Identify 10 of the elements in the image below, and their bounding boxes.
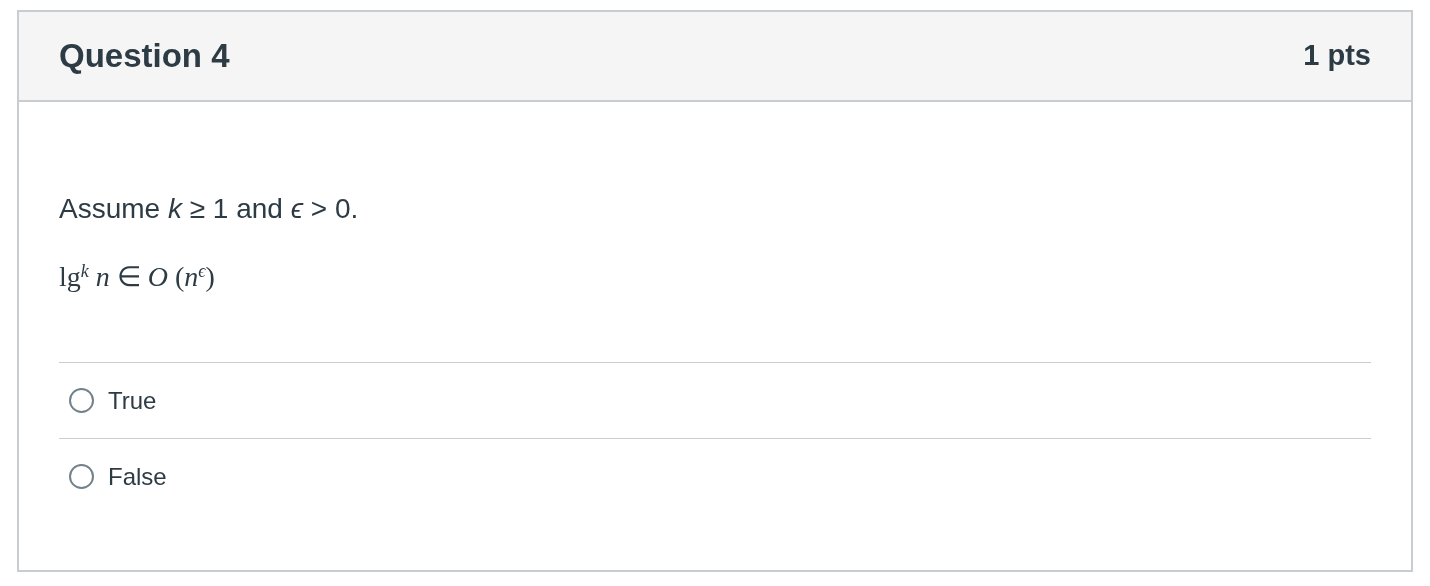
question-text: Assume k ≥ 1 and ϵ > 0.: [59, 192, 359, 226]
answer-label: False: [108, 461, 167, 492]
points-label: 1 pts: [1303, 38, 1371, 74]
formula-text: lg$^{k}$ n ∈ O (n$^{ϵ}$): [59, 260, 215, 294]
answer-option[interactable]: False: [59, 438, 1371, 514]
radio-button[interactable]: [69, 388, 94, 413]
answer-option[interactable]: True: [59, 362, 1371, 438]
question-title: Question 4: [59, 36, 230, 77]
radio-button[interactable]: [69, 464, 94, 489]
answer-label: True: [108, 385, 157, 416]
